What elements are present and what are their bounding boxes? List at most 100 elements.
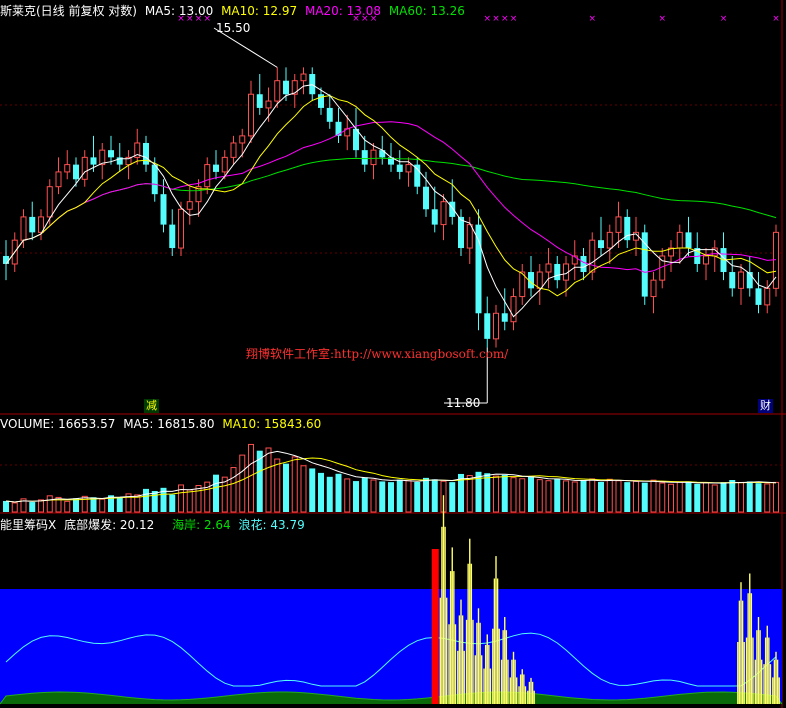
candle-body xyxy=(370,149,377,166)
burst-bar xyxy=(472,619,474,704)
volume-bar xyxy=(606,478,613,513)
volume-bar xyxy=(676,481,683,513)
candle-body xyxy=(431,209,438,225)
volume-bar xyxy=(633,480,639,513)
candle-body xyxy=(615,216,622,233)
burst-bar xyxy=(463,650,465,704)
burst-bar xyxy=(737,641,739,704)
volume-bar xyxy=(239,454,246,513)
volume-header: VOLUME: 16653.57 MA5: 16815.80 MA10: 158… xyxy=(0,417,325,431)
candle-body xyxy=(501,313,508,322)
candle-body xyxy=(90,157,97,165)
volume-bar xyxy=(265,447,272,513)
burst-bar xyxy=(747,593,749,704)
burst-bar xyxy=(488,644,490,704)
volume-bar xyxy=(536,479,543,513)
burst-bar xyxy=(489,668,492,704)
burst-bar xyxy=(479,622,481,704)
indicator-name: 能里筹码X xyxy=(0,518,57,532)
candle-body xyxy=(440,201,447,226)
signal-mark: × xyxy=(720,14,728,24)
volume-bar xyxy=(493,475,499,513)
burst-bar xyxy=(741,600,744,704)
volume-bar xyxy=(738,481,744,513)
volume-bar xyxy=(466,475,473,513)
volume-bar xyxy=(186,489,193,513)
candle-body xyxy=(746,272,753,289)
volume-bar xyxy=(361,477,368,512)
candle-body xyxy=(650,279,657,298)
candle-body xyxy=(283,80,289,95)
burst-bar xyxy=(458,615,461,704)
burst-bar xyxy=(509,677,511,704)
candle-body xyxy=(606,231,613,249)
burst-bar xyxy=(516,677,518,704)
volume-bar xyxy=(694,483,701,512)
volume-bar xyxy=(3,500,9,512)
ma5-line xyxy=(5,84,777,318)
volume-bar xyxy=(720,482,727,512)
volume-bar xyxy=(81,495,88,513)
burst-bar xyxy=(446,597,448,704)
candle-body xyxy=(738,271,744,289)
burst-bar xyxy=(759,630,761,704)
burst-bar xyxy=(467,563,469,704)
volume-bar xyxy=(510,477,517,513)
burst-bar xyxy=(461,615,464,704)
volume-bar xyxy=(668,483,674,513)
candle-body xyxy=(554,263,561,281)
burst-bar xyxy=(502,630,504,704)
volume-bar xyxy=(659,482,666,513)
volume-bar xyxy=(309,468,316,512)
volume-bar xyxy=(528,476,534,512)
candle-body xyxy=(326,107,333,122)
burst-bar xyxy=(778,677,780,704)
candle-body xyxy=(169,224,176,249)
burst-bar xyxy=(505,630,508,704)
burst-bar xyxy=(504,617,506,704)
burst-bar xyxy=(766,625,768,704)
candle-body xyxy=(151,164,158,195)
volume-bar xyxy=(388,482,394,512)
signal-mark: × xyxy=(492,14,500,24)
volume-bar xyxy=(99,498,106,513)
burst-bar xyxy=(474,655,476,704)
volume-bar xyxy=(335,473,342,512)
volume-bar xyxy=(685,481,692,512)
energy-zone xyxy=(0,589,782,704)
candle-body xyxy=(73,164,79,180)
volume-bar xyxy=(650,479,657,513)
signal-mark: × xyxy=(501,14,509,24)
ma20-readout: MA20: 13.08 xyxy=(304,4,381,18)
volume-bar xyxy=(73,498,79,512)
volume-bar xyxy=(326,476,333,512)
volume-bar xyxy=(641,482,648,512)
volume-bar xyxy=(291,456,298,513)
burst-bar xyxy=(756,630,758,704)
candle-body xyxy=(361,150,368,165)
candle-body xyxy=(204,164,211,188)
volume-bar xyxy=(64,500,71,513)
burst-bar xyxy=(439,597,441,704)
volume-bar xyxy=(764,483,771,513)
burst-bar xyxy=(761,659,763,704)
volume-bar xyxy=(300,465,307,513)
volume-bar xyxy=(624,482,631,512)
tag-reduce: 减 xyxy=(144,399,159,413)
ma5-readout: MA5: 13.00 xyxy=(144,4,214,18)
burst-bar xyxy=(495,556,497,704)
volume-bar xyxy=(396,479,403,512)
burst-bar xyxy=(745,637,748,704)
volume-bar xyxy=(29,502,36,512)
candle-body xyxy=(221,156,228,173)
low-price-label: 11.80 xyxy=(446,396,481,410)
candle-body xyxy=(108,150,114,158)
tag-finance: 财 xyxy=(758,399,773,413)
candle-body xyxy=(335,121,342,136)
volume-bar xyxy=(589,478,596,513)
burst-bar xyxy=(749,573,751,704)
burst-bar xyxy=(483,668,485,704)
candle-body xyxy=(3,255,9,264)
volume-bar xyxy=(755,483,762,512)
burst-bar xyxy=(469,538,471,704)
